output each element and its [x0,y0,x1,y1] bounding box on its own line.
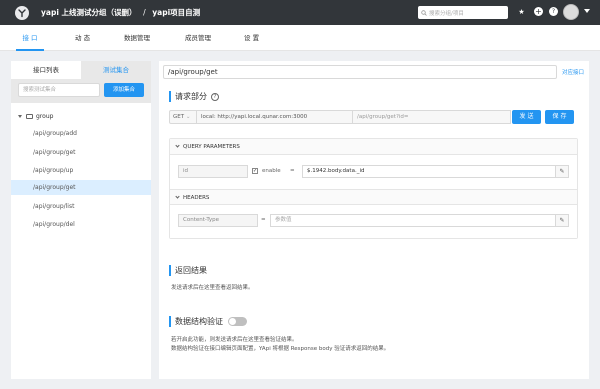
tab-data-management[interactable]: 数据管理 [124,25,150,51]
caret-down-icon[interactable] [18,115,22,118]
chevron-down-icon [175,143,180,148]
enable-checkbox[interactable]: ✓ [252,168,258,174]
section-accent-bar [169,91,171,102]
request-params-collapse: QUERY PARAMETERS id ✓ enable = $.1942.bo… [169,138,578,239]
tree-item-get[interactable]: /api/group/get [11,145,151,160]
edit-icon[interactable]: ✎ [555,214,569,227]
sidebar-tabs: 接口列表 测试集合 [11,61,151,79]
edit-icon[interactable]: ✎ [555,165,569,178]
request-section-label: 请求部分 [175,92,207,101]
breadcrumb-group[interactable]: yapi 上线测试分组（误删） [41,8,137,17]
query-key-input[interactable]: id [178,165,248,178]
star-icon[interactable]: ★ [517,7,526,16]
header-key-input[interactable]: Content-Type [178,214,258,227]
validation-section-title: 数据结构验证 [169,316,247,327]
tab-activity[interactable]: 动 态 [75,25,90,51]
validation-description-1: 若开启此功能，则发送请求后在这里查看验证结果。 [171,337,298,343]
breadcrumb: yapi 上线测试分组（误删） / yapi项目自测 [41,7,200,18]
equals-sign: = [290,168,295,174]
tree-item-add[interactable]: /api/group/add [11,126,151,141]
corresponding-interface-link[interactable]: 对应接口 [562,68,584,76]
avatar[interactable] [563,4,579,20]
validation-description-2: 数据结构验证在接口编辑页面配置，YApi 将根据 Response body 验… [171,346,390,352]
add-collection-button[interactable]: 添加集合 [104,83,144,97]
method-select[interactable]: GET ⌄ [169,110,197,124]
section-accent-bar [169,265,171,276]
save-button[interactable]: 保 存 [545,110,574,124]
tree-item-list[interactable]: /api/group/list [11,199,151,214]
tree-group-node[interactable]: group [18,113,53,120]
logo-y-icon [18,8,26,17]
project-nav: 接 口 动 态 数据管理 成员管理 设 置 [0,25,600,51]
folder-icon [26,114,33,119]
chevron-down-icon [175,194,180,199]
response-section-label: 返回结果 [175,266,207,275]
chevron-down-icon: ⌄ [185,114,191,120]
section-accent-bar [169,316,171,327]
collection-search-input[interactable]: 搜索测试集合 [18,83,100,97]
add-circle-icon[interactable]: + [534,7,543,16]
request-section-title: 请求部分 ? [169,91,219,102]
breadcrumb-separator: / [143,8,146,17]
query-params-label: QUERY PARAMETERS [183,144,240,150]
header-value-input[interactable]: 参数值 [270,214,556,227]
query-value-input[interactable]: $.1942.body.data._id [302,165,556,178]
validation-toggle[interactable] [228,317,247,326]
chevron-down-icon[interactable] [584,9,590,13]
sidebar: 接口列表 测试集合 搜索测试集合 添加集合 group /api/group/a… [11,61,151,379]
query-params-body: id ✓ enable = $.1942.body.data._id ✎ [170,155,577,189]
main-content: /api/group/get 对应接口 请求部分 ? GET ⌄ local: … [159,61,589,379]
sidebar-search-bar: 搜索测试集合 添加集合 [11,79,151,103]
enable-label: enable [262,168,281,174]
yapi-logo-icon[interactable] [15,5,29,20]
headers-header[interactable]: HEADERS [170,189,577,205]
tree-item-del[interactable]: /api/group/del [11,217,151,232]
top-header: yapi 上线测试分组（误删） / yapi项目自测 搜索分组/项目 ★ + ? [0,0,600,25]
sidebar-tab-interface-list[interactable]: 接口列表 [11,61,81,79]
header-search-input[interactable]: 搜索分组/项目 [429,9,464,17]
tree-group-label: group [36,113,54,120]
tab-member-management[interactable]: 成员管理 [185,25,211,51]
method-value: GET [173,114,185,120]
header-search[interactable]: 搜索分组/项目 [418,6,508,19]
headers-label: HEADERS [183,195,210,201]
search-icon [421,9,427,16]
tab-interfaces[interactable]: 接 口 [16,25,44,51]
headers-body: Content-Type = 参数值 ✎ [170,205,577,238]
send-button[interactable]: 发 送 [512,110,541,124]
equals-sign: = [261,217,266,223]
sidebar-tab-test-collections[interactable]: 测试集合 [81,61,151,79]
response-description: 发送请求后在这里查看返回结果。 [171,285,254,291]
tab-settings[interactable]: 设 置 [244,25,259,51]
tree-item-get-active[interactable]: /api/group/get [11,180,151,195]
help-icon[interactable]: ? [211,92,219,101]
request-path-input[interactable]: /api/group/get?id= [353,110,511,124]
breadcrumb-project[interactable]: yapi项目自测 [152,8,200,17]
case-path-input[interactable]: /api/group/get [163,65,557,79]
help-circle-icon[interactable]: ? [549,7,558,16]
validation-section-label: 数据结构验证 [175,317,223,326]
response-section-title: 返回结果 [169,265,207,276]
host-select[interactable]: local: http://yapi.local.qunar.com:3000 [197,110,353,124]
tree-item-up[interactable]: /api/group/up [11,163,151,178]
query-params-header[interactable]: QUERY PARAMETERS [170,139,577,155]
